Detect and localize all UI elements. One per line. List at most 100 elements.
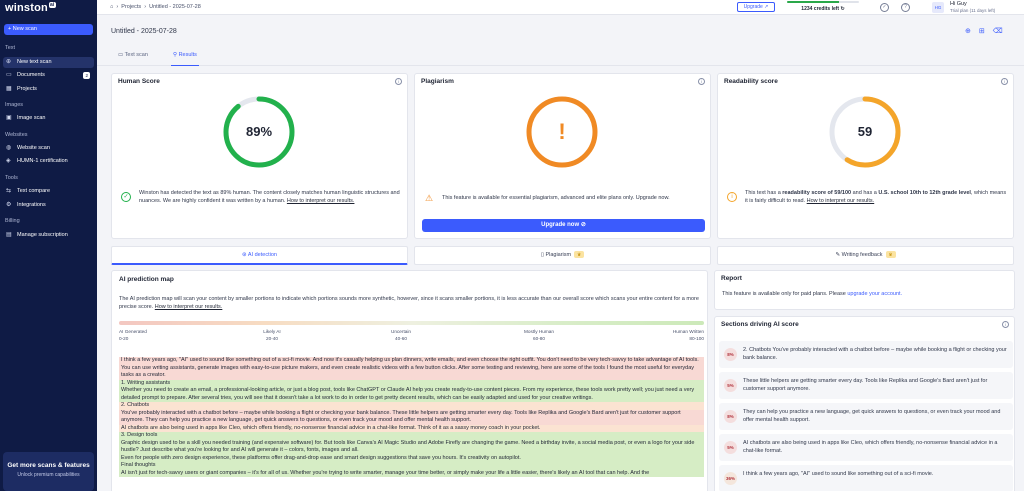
app-root: winston ai + New scan Text ⊕ New text scan… [0,0,1024,491]
upgrade-label: Upgrade [743,4,763,10]
text-segment[interactable]: 3. Design tools [119,432,704,440]
text-segment[interactable]: I think a few years ago, "AI" used to so… [119,357,704,380]
sidebar-item-manage-subscription[interactable]: ▤ Manage subscription [3,230,94,241]
badge-icon: ◈ [6,158,11,164]
ai-section-item[interactable]: 36% I think a few years ago, "AI" used to… [719,465,1013,491]
ai-section-item[interactable]: 8% 2. Chatbots You've probably interacted… [719,341,1013,368]
breadcrumb-projects[interactable]: Projects [121,4,141,10]
plagiarism-card: Plagiarism i ! ⚠ This feature is availab… [414,73,711,239]
tab-text-scan[interactable]: ▭ Text scan [118,52,148,66]
sidebar-item-website-scan[interactable]: ◍ Website scan [3,143,94,154]
sidebar-item-label: HUMN-1 certification [17,158,68,164]
ai-section-item[interactable]: 5% AI chatbots are also being used in app… [719,434,1013,461]
interpret-link[interactable]: How to interpret our results. [155,304,223,310]
sidebar-item-label: Website scan [17,145,50,151]
desc-text: This feature is available for essential … [442,195,670,201]
level-range: 80-100 [689,336,704,341]
ai-section-percent: 5% [724,441,737,454]
scanned-text[interactable]: I think a few years ago, "AI" used to so… [119,357,704,491]
new-scan-button[interactable]: + New scan [4,24,93,35]
text-segment[interactable]: You've probably interacted with a chatbo… [119,409,704,425]
sidebar-item-humn-certification[interactable]: ◈ HUMN-1 certification [3,156,94,167]
add-icon[interactable]: ⊕ [965,28,979,35]
refresh-icon[interactable]: ↻ [841,6,845,12]
info-icon[interactable]: i [698,78,705,85]
warning-symbol: ! [558,119,566,144]
level-human-written: Human Written 80-100 [657,328,704,342]
sidebar-item-integrations[interactable]: ⚙ Integrations [3,200,94,211]
sidebar-item-text-compare[interactable]: ⇆ Text compare [3,186,94,197]
sidebar-item-label: New text scan [17,59,52,65]
text-segment[interactable]: AI chatbots are also being used in apps … [119,424,704,432]
button-label: Upgrade now [541,222,580,228]
user-plan: Trial plan (11 days left) [950,8,996,13]
avatar[interactable]: HG [932,2,944,13]
level-range: 40-60 [395,336,407,341]
text-segment[interactable]: AI isn't just for tech-savvy users or gi… [119,469,704,477]
breadcrumb-current: Untitled - 2025-07-28 [149,4,201,10]
text-segment[interactable]: Graphic design used to be a skill you ne… [119,439,704,455]
logo[interactable]: winston ai [5,2,56,14]
ai-section-item[interactable]: 8% They can help you practice a new langu… [719,403,1013,430]
documents-count-badge: 2 [83,72,90,79]
ai-section-percent: 36% [724,472,737,485]
info-circle-icon: i [727,192,737,202]
text-segment[interactable]: 1. Writing assistants [119,379,704,387]
interpret-link[interactable]: How to interpret our results. [287,198,355,204]
sidebar-item-label: Projects [17,86,37,92]
ai-section-text: I think a few years ago, "AI" used to so… [743,471,934,477]
shield-icon[interactable]: ✓ [880,3,889,12]
home-icon[interactable]: ⌂ [110,4,113,10]
text-segment[interactable]: Whether you need to create an email, a p… [119,387,704,402]
trash-icon[interactable]: ⌫ [993,28,1011,35]
map-title: AI prediction map [119,276,174,283]
ai-section-percent: 5% [724,379,737,392]
card-title: Plagiarism [421,78,454,85]
desc-text: Winston has detected the text as 89% hum… [139,190,400,204]
sidebar-item-label: Image scan [17,115,46,121]
image-icon: ▣ [6,115,12,121]
desc-text: and has a [851,190,879,196]
tab-ai-detection[interactable]: ⊛ AI detection [111,246,408,265]
report-card: Report This feature is available only fo… [714,270,1015,310]
archive-icon[interactable]: ⊞ [979,28,993,35]
sidebar-item-new-text-scan[interactable]: ⊕ New text scan [3,57,94,68]
promo-banner[interactable]: Get more scans & features Unlock premium… [3,452,94,491]
document-title[interactable]: Untitled - 2025-07-28 [111,28,177,35]
text-segment[interactable]: 2. Chatbots [119,402,704,410]
help-icon[interactable]: ? [901,3,910,12]
human-score-value: 89% [245,124,273,139]
ai-section-item[interactable]: 5% These little helpers are getting smart… [719,372,1013,399]
text-segment[interactable]: Final thoughts [119,462,704,470]
human-score-desc: ✓ Winston has detected the text as 89% h… [118,189,403,205]
text-segment[interactable]: Even for people with zero design experie… [119,454,704,462]
upgrade-now-button[interactable]: Upgrade now ⊘ [422,219,705,232]
interpret-link[interactable]: How to interpret our results. [807,198,875,204]
sidebar-item-label: Documents [17,72,45,78]
level-label: Uncertain [390,329,412,334]
tab-results[interactable]: ⚲ Results [171,52,199,66]
desc-text: This feature is available only for paid … [722,291,848,297]
desc-bold-score: readability score of 59/100 [782,190,852,196]
info-icon[interactable]: i [1001,78,1008,85]
breadcrumb: ⌂ › Projects › Untitled - 2025-07-28 [110,4,201,10]
ai-section-text: AI chatbots are also being used in apps … [743,440,998,454]
doc-icon: ▭ [118,52,125,58]
readability-value: 59 [857,124,873,139]
promo-subtitle: Unlock premium capabilities [17,472,80,478]
ai-section-text: These little helpers are getting smarter… [743,378,988,392]
brand-ai: ai [48,2,56,9]
file-icon: ▭ [6,72,12,78]
sidebar-item-image-scan[interactable]: ▣ Image scan [3,113,94,124]
tab-writing-feedback[interactable]: ✎ Writing feedback ♛ [717,246,1014,265]
sidebar-item-projects[interactable]: ▦ Projects [3,84,94,95]
upgrade-button[interactable]: Upgrade ↗ [737,2,775,12]
upgrade-account-link[interactable]: upgrade your account. [847,291,902,297]
tab-plagiarism[interactable]: ▯ Plagiarism ♛ [414,246,711,265]
level-label: AI Generated [119,329,147,334]
info-icon[interactable]: i [1002,321,1009,328]
info-icon[interactable]: i [395,78,402,85]
sidebar-item-documents[interactable]: ▭ Documents 2 [3,70,94,81]
check-icon: ✓ [121,192,131,202]
tab-label: Plagiarism [545,252,572,258]
